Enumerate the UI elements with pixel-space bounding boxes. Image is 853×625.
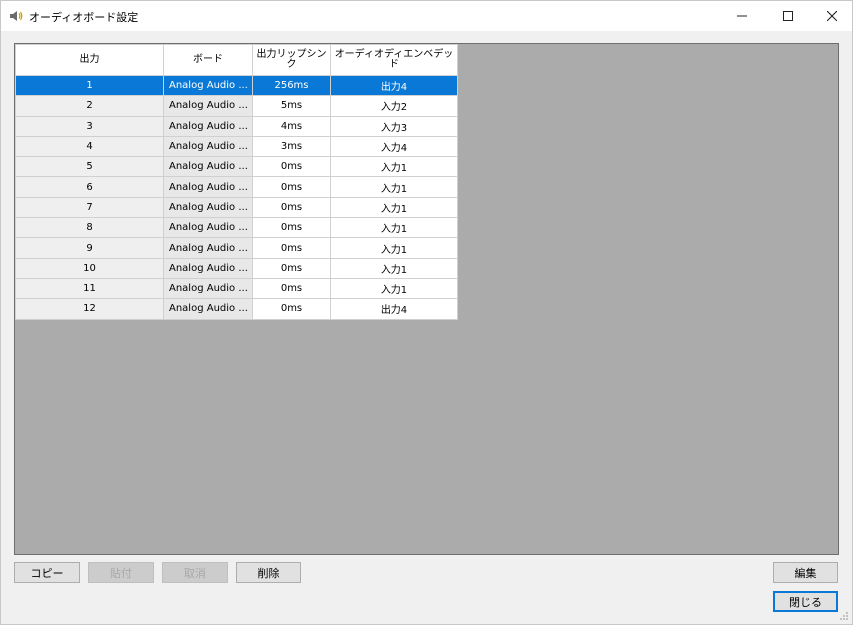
cell-board[interactable]: Analog Audio ... (163, 298, 253, 320)
cell-output[interactable]: 12 (15, 298, 164, 320)
cell-lipsync[interactable]: 0ms (252, 298, 331, 320)
cell-board[interactable]: Analog Audio ... (163, 237, 253, 259)
cell-embedded[interactable]: 入力1 (330, 196, 458, 219)
table-row[interactable]: 10 Analog Audio ... 0ms 入力1 (15, 257, 458, 279)
cell-embedded[interactable]: 入力1 (330, 237, 458, 259)
table-row[interactable]: 5 Analog Audio ... 0ms 入力1 (15, 156, 458, 178)
cell-board[interactable]: Analog Audio ... (163, 176, 253, 198)
cell-output[interactable]: 1 (15, 74, 164, 97)
table-row[interactable]: 12 Analog Audio ... 0ms 出力4 (15, 298, 458, 320)
copy-button[interactable]: コピー (14, 562, 80, 583)
cell-lipsync[interactable]: 256ms (252, 74, 331, 97)
cell-embedded[interactable]: 入力2 (330, 95, 458, 117)
column-header-output[interactable]: 出力 (15, 44, 164, 76)
cell-embedded[interactable]: 入力3 (330, 115, 458, 137)
table-row[interactable]: 2 Analog Audio ... 5ms 入力2 (15, 95, 458, 117)
cell-lipsync[interactable]: 4ms (252, 115, 331, 137)
table-row[interactable]: 11 Analog Audio ... 0ms 入力1 (15, 277, 458, 300)
cell-embedded[interactable]: 入力4 (330, 135, 458, 158)
column-header-lipsync[interactable]: 出力リップシンク (252, 44, 331, 76)
cell-board[interactable]: Analog Audio ... (163, 135, 253, 158)
table-row[interactable]: 1 Analog Audio ... 256ms 出力4 (15, 74, 458, 97)
cell-output[interactable]: 2 (15, 95, 164, 117)
table-row[interactable]: 8 Analog Audio ... 0ms 入力1 (15, 217, 458, 239)
audio-board-grid[interactable]: 出力 ボード 出力リップシンク オーディオディエンベデッド 1 Analog Au… (14, 43, 839, 555)
title-bar[interactable]: オーディオボード設定 (1, 1, 852, 31)
cell-board[interactable]: Analog Audio ... (163, 156, 253, 178)
paste-button[interactable]: 貼付 (88, 562, 154, 583)
cell-lipsync[interactable]: 0ms (252, 196, 331, 219)
cell-board[interactable]: Analog Audio ... (163, 257, 253, 279)
cell-lipsync[interactable]: 3ms (252, 135, 331, 158)
cell-board[interactable]: Analog Audio ... (163, 115, 253, 137)
cell-output[interactable]: 3 (15, 115, 164, 137)
cell-lipsync[interactable]: 0ms (252, 277, 331, 300)
resize-grip-icon[interactable] (839, 611, 849, 621)
minimize-button[interactable] (719, 1, 765, 31)
close-window-button[interactable] (809, 1, 853, 31)
minimize-icon (737, 15, 747, 17)
table-header-row: 出力 ボード 出力リップシンク オーディオディエンベデッド (15, 44, 458, 76)
close-button[interactable]: 閉じる (773, 591, 838, 612)
cell-board[interactable]: Analog Audio ... (163, 95, 253, 117)
cell-board[interactable]: Analog Audio ... (163, 196, 253, 219)
cell-embedded[interactable]: 入力1 (330, 217, 458, 239)
maximize-button[interactable] (765, 1, 811, 31)
cell-output[interactable]: 7 (15, 196, 164, 219)
edit-button[interactable]: 編集 (773, 562, 838, 583)
table-row[interactable]: 6 Analog Audio ... 0ms 入力1 (15, 176, 458, 198)
cell-lipsync[interactable]: 0ms (252, 217, 331, 239)
cell-embedded[interactable]: 出力4 (330, 74, 458, 97)
cell-embedded[interactable]: 入力1 (330, 156, 458, 178)
speaker-icon (10, 11, 23, 21)
cell-output[interactable]: 4 (15, 135, 164, 158)
table-row[interactable]: 3 Analog Audio ... 4ms 入力3 (15, 115, 458, 137)
cell-embedded[interactable]: 出力4 (330, 298, 458, 320)
cell-board[interactable]: Analog Audio ... (163, 74, 253, 97)
cell-output[interactable]: 11 (15, 277, 164, 300)
column-header-embedded[interactable]: オーディオディエンベデッド (330, 44, 458, 76)
window-title: オーディオボード設定 (29, 11, 139, 24)
cell-lipsync[interactable]: 0ms (252, 156, 331, 178)
audio-board-table: 出力 ボード 出力リップシンク オーディオディエンベデッド 1 Analog Au… (15, 44, 458, 320)
cell-embedded[interactable]: 入力1 (330, 176, 458, 198)
maximize-icon (783, 11, 793, 21)
column-header-board[interactable]: ボード (163, 44, 253, 76)
cell-lipsync[interactable]: 0ms (252, 237, 331, 259)
cell-lipsync[interactable]: 0ms (252, 257, 331, 279)
audio-board-settings-window: オーディオボード設定 出力 ボード 出力リップシンク オーディオディエンベデッド (0, 0, 853, 625)
cell-output[interactable]: 10 (15, 257, 164, 279)
cell-lipsync[interactable]: 0ms (252, 176, 331, 198)
cancel-button[interactable]: 取消 (162, 562, 228, 583)
delete-button[interactable]: 削除 (236, 562, 301, 583)
cell-output[interactable]: 5 (15, 156, 164, 178)
table-row[interactable]: 9 Analog Audio ... 0ms 入力1 (15, 237, 458, 259)
table-body: 1 Analog Audio ... 256ms 出力4 2 Analog Audio .… (15, 74, 458, 320)
cell-board[interactable]: Analog Audio ... (163, 217, 253, 239)
cell-output[interactable]: 6 (15, 176, 164, 198)
cell-output[interactable]: 9 (15, 237, 164, 259)
cell-board[interactable]: Analog Audio ... (163, 277, 253, 300)
cell-embedded[interactable]: 入力1 (330, 277, 458, 300)
close-icon (827, 11, 837, 21)
table-row[interactable]: 7 Analog Audio ... 0ms 入力1 (15, 196, 458, 219)
cell-embedded[interactable]: 入力1 (330, 257, 458, 279)
cell-lipsync[interactable]: 5ms (252, 95, 331, 117)
cell-output[interactable]: 8 (15, 217, 164, 239)
table-row[interactable]: 4 Analog Audio ... 3ms 入力4 (15, 135, 458, 158)
